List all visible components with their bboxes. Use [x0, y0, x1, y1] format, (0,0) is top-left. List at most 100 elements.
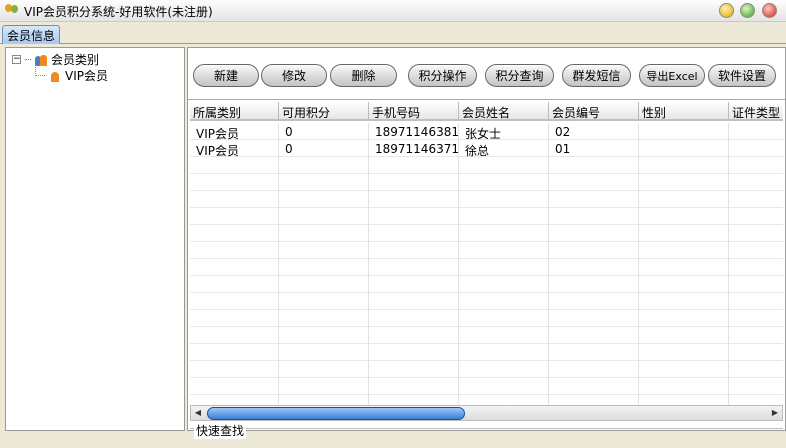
- settings-button[interactable]: 软件设置: [708, 64, 776, 87]
- table-cell[interactable]: [729, 140, 783, 157]
- empty-cell: [279, 259, 369, 276]
- table-cell[interactable]: 18971146371: [369, 140, 459, 157]
- empty-cell: [729, 208, 783, 225]
- empty-cell: [459, 225, 549, 242]
- empty-cell: [369, 259, 459, 276]
- empty-cell: [190, 310, 279, 327]
- empty-cell: [549, 361, 639, 378]
- empty-cell: [459, 174, 549, 191]
- empty-cell: [729, 174, 783, 191]
- empty-cell: [729, 191, 783, 208]
- empty-cell: [459, 276, 549, 293]
- column-header[interactable]: 证件类型: [729, 102, 783, 121]
- empty-cell: [729, 361, 783, 378]
- tree-node-root[interactable]: − 会员类别: [12, 51, 99, 68]
- column-header[interactable]: 可用积分: [279, 102, 369, 121]
- empty-cell: [729, 259, 783, 276]
- empty-cell: [369, 395, 459, 405]
- column-header[interactable]: 手机号码: [369, 102, 459, 121]
- empty-cell: [549, 191, 639, 208]
- empty-cell: [279, 191, 369, 208]
- empty-cell: [729, 378, 783, 395]
- empty-cell: [279, 293, 369, 310]
- quick-search-group: 快速查找: [190, 422, 783, 448]
- empty-cell: [729, 395, 783, 405]
- window-title: VIP会员积分系统-好用软件(未注册): [24, 5, 213, 19]
- empty-cell: [369, 157, 459, 174]
- empty-cell: [459, 191, 549, 208]
- empty-cell: [369, 293, 459, 310]
- empty-cell: [369, 378, 459, 395]
- empty-cell: [279, 395, 369, 405]
- tree-node-vip[interactable]: VIP会员: [35, 67, 108, 84]
- empty-cell: [279, 378, 369, 395]
- empty-cell: [190, 276, 279, 293]
- empty-cell: [459, 157, 549, 174]
- table-cell[interactable]: [639, 140, 729, 157]
- points-query-button[interactable]: 积分查询: [485, 64, 554, 87]
- maximize-button[interactable]: [740, 3, 755, 18]
- empty-cell: [729, 293, 783, 310]
- empty-cell: [549, 327, 639, 344]
- empty-cell: [549, 293, 639, 310]
- table-cell[interactable]: 18971146381: [369, 123, 459, 140]
- table-cell[interactable]: 0: [279, 140, 369, 157]
- tab-member-info[interactable]: 会员信息: [2, 25, 61, 44]
- export-excel-button[interactable]: 导出Excel: [639, 64, 705, 87]
- horizontal-scrollbar[interactable]: ◀ ▶: [190, 405, 783, 421]
- minimize-button[interactable]: [719, 3, 734, 18]
- column-header[interactable]: 性别: [639, 102, 729, 121]
- delete-button[interactable]: 删除: [330, 64, 397, 87]
- table-cell[interactable]: 张女士: [459, 123, 549, 141]
- empty-cell: [549, 259, 639, 276]
- empty-cell: [459, 208, 549, 225]
- empty-cell: [190, 378, 279, 395]
- empty-cell: [729, 327, 783, 344]
- empty-cell: [639, 225, 729, 242]
- empty-cell: [369, 225, 459, 242]
- close-button[interactable]: [762, 3, 777, 18]
- empty-cell: [549, 208, 639, 225]
- table-cell[interactable]: 02: [549, 123, 639, 140]
- table-cell[interactable]: 徐总: [459, 140, 549, 158]
- column-header[interactable]: 会员编号: [549, 102, 639, 121]
- empty-cell: [639, 276, 729, 293]
- table-cell[interactable]: VIP会员: [190, 140, 279, 158]
- member-grid[interactable]: 所属类别 可用积分 手机号码 会员姓名 会员编号 性别 证件类型 VIP会员 0 18971146…: [190, 102, 783, 405]
- empty-cell: [190, 191, 279, 208]
- empty-cell: [729, 276, 783, 293]
- empty-cell: [729, 242, 783, 259]
- scroll-right-icon[interactable]: ▶: [769, 407, 781, 419]
- empty-cell: [549, 225, 639, 242]
- empty-cell: [639, 293, 729, 310]
- column-header[interactable]: 所属类别: [190, 102, 279, 121]
- empty-cell: [190, 327, 279, 344]
- empty-cell: [369, 344, 459, 361]
- column-header[interactable]: 会员姓名: [459, 102, 549, 121]
- scroll-left-icon[interactable]: ◀: [192, 407, 204, 419]
- collapse-icon[interactable]: −: [12, 55, 21, 64]
- empty-cell: [279, 276, 369, 293]
- empty-cell: [190, 157, 279, 174]
- empty-cell: [639, 157, 729, 174]
- table-cell[interactable]: [729, 123, 783, 140]
- empty-cell: [279, 208, 369, 225]
- empty-cell: [279, 225, 369, 242]
- table-cell[interactable]: 0: [279, 123, 369, 140]
- empty-cell: [369, 310, 459, 327]
- table-cell[interactable]: 01: [549, 140, 639, 157]
- empty-cell: [279, 174, 369, 191]
- empty-cell: [639, 327, 729, 344]
- table-cell[interactable]: VIP会员: [190, 123, 279, 141]
- title-bar: VIP会员积分系统-好用软件(未注册): [0, 0, 786, 22]
- new-button[interactable]: 新建: [193, 64, 259, 87]
- points-operation-button[interactable]: 积分操作: [408, 64, 477, 87]
- edit-button[interactable]: 修改: [261, 64, 327, 87]
- bulk-sms-button[interactable]: 群发短信: [562, 64, 631, 87]
- scroll-thumb[interactable]: [207, 407, 465, 420]
- empty-cell: [639, 208, 729, 225]
- table-cell[interactable]: [639, 123, 729, 140]
- users-icon: [35, 54, 47, 66]
- empty-cell: [369, 361, 459, 378]
- empty-cell: [459, 327, 549, 344]
